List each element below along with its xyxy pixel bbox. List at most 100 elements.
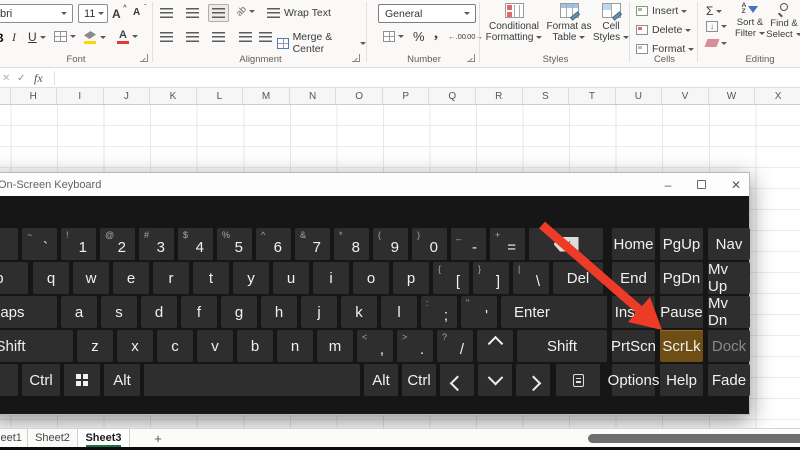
- column-header-O[interactable]: O: [336, 88, 383, 104]
- bottom-align-button[interactable]: [208, 4, 229, 22]
- key-0[interactable]: )0: [412, 228, 447, 260]
- key-'[interactable]: "': [461, 296, 497, 328]
- right-shift-key[interactable]: Shift: [517, 330, 607, 362]
- key-f[interactable]: f: [181, 296, 217, 328]
- key-Pause[interactable]: Pause: [660, 296, 703, 328]
- key-,[interactable]: <,: [357, 330, 393, 362]
- key-1[interactable]: !1: [61, 228, 96, 260]
- key-a[interactable]: a: [61, 296, 97, 328]
- key-PgDn[interactable]: PgDn: [660, 262, 703, 294]
- key-e[interactable]: e: [113, 262, 149, 294]
- options-key[interactable]: Options: [612, 364, 655, 396]
- middle-align-button[interactable]: [186, 8, 199, 18]
- merge-center-button[interactable]: Merge & Center: [277, 31, 366, 55]
- percent-style-button[interactable]: %: [413, 29, 425, 44]
- key-z[interactable]: z: [77, 330, 113, 362]
- fn-key-partial[interactable]: [0, 364, 18, 396]
- column-header-Q[interactable]: Q: [429, 88, 476, 104]
- column-header-K[interactable]: K: [150, 88, 197, 104]
- key--[interactable]: _-: [451, 228, 486, 260]
- grow-font-button[interactable]: A^: [112, 7, 121, 21]
- key-Mv Up[interactable]: Mv Up: [708, 262, 750, 294]
- key-g[interactable]: g: [221, 296, 257, 328]
- menu-key[interactable]: [556, 364, 600, 396]
- backtick-key[interactable]: ~`: [22, 228, 57, 260]
- column-header-X[interactable]: X: [755, 88, 800, 104]
- conditional-formatting-button[interactable]: Conditional Formatting: [486, 3, 542, 43]
- key-Alt[interactable]: Alt: [104, 364, 140, 396]
- key-Insert[interactable]: Insert: [612, 296, 655, 328]
- clear-button[interactable]: [706, 39, 727, 47]
- key-h[interactable]: h: [261, 296, 297, 328]
- column-header-L[interactable]: L: [197, 88, 244, 104]
- shrink-font-button[interactable]: Aˇ: [133, 7, 140, 18]
- key-q[interactable]: q: [33, 262, 69, 294]
- osk-titlebar[interactable]: On-Screen Keyboard – ✕: [0, 173, 749, 196]
- key-y[interactable]: y: [233, 262, 269, 294]
- new-sheet-button[interactable]: +: [148, 429, 168, 447]
- borders-button[interactable]: [54, 31, 76, 42]
- format-as-table-button[interactable]: Format as Table: [544, 3, 594, 43]
- delete-cells-button[interactable]: Delete: [636, 24, 691, 36]
- key-3[interactable]: #3: [139, 228, 174, 260]
- column-header-S[interactable]: S: [523, 88, 570, 104]
- scrlk-key[interactable]: ScrLk: [660, 330, 703, 362]
- key-7[interactable]: &7: [295, 228, 330, 260]
- esc-key-partial[interactable]: [0, 228, 18, 260]
- column-header-H[interactable]: H: [11, 88, 58, 104]
- arrow-down-key[interactable]: [478, 364, 512, 396]
- alignment-dialog-launcher[interactable]: [352, 54, 360, 62]
- column-header-T[interactable]: T: [569, 88, 616, 104]
- decrease-indent-button[interactable]: [239, 32, 252, 42]
- sheet-tab-Sheet2[interactable]: Sheet2: [28, 429, 78, 447]
- key-Help[interactable]: Help: [660, 364, 703, 396]
- increase-indent-button[interactable]: [259, 32, 272, 42]
- key-Ctrl[interactable]: Ctrl: [402, 364, 436, 396]
- font-size-select[interactable]: 11: [78, 4, 108, 23]
- arrow-up-key[interactable]: [477, 330, 513, 362]
- key-Nav[interactable]: Nav: [708, 228, 750, 260]
- space-key[interactable]: [144, 364, 360, 396]
- key-Ctrl[interactable]: Ctrl: [22, 364, 60, 396]
- key-.[interactable]: >.: [397, 330, 433, 362]
- font-color-button[interactable]: A: [117, 29, 138, 44]
- align-left-button[interactable]: [160, 32, 173, 42]
- key-r[interactable]: r: [153, 262, 189, 294]
- key-i[interactable]: i: [313, 262, 349, 294]
- minimize-button[interactable]: –: [657, 173, 679, 196]
- key-2[interactable]: @2: [100, 228, 135, 260]
- formula-bar[interactable]: ✕ ✓ fx: [0, 68, 800, 88]
- key-b[interactable]: b: [237, 330, 273, 362]
- enter-button[interactable]: ✓: [17, 68, 25, 88]
- autosum-button[interactable]: Σ: [706, 4, 722, 18]
- column-header-W[interactable]: W: [709, 88, 756, 104]
- key-o[interactable]: o: [353, 262, 389, 294]
- fill-button[interactable]: ↓: [706, 21, 727, 32]
- dock-key[interactable]: Dock: [708, 330, 750, 362]
- key-[[interactable]: {[: [433, 262, 469, 294]
- wrap-text-button[interactable]: Wrap Text: [267, 7, 331, 19]
- find-select-button[interactable]: Find & Select: [768, 3, 800, 40]
- key-c[interactable]: c: [157, 330, 193, 362]
- tab-key[interactable]: Tab: [0, 262, 28, 294]
- key-Home[interactable]: Home: [612, 228, 655, 260]
- column-header-I[interactable]: I: [57, 88, 104, 104]
- key-s[interactable]: s: [101, 296, 137, 328]
- left-shift-key[interactable]: Shift: [0, 330, 73, 362]
- fill-color-button[interactable]: [84, 30, 106, 44]
- fade-key[interactable]: Fade: [708, 364, 750, 396]
- key-End[interactable]: End: [612, 262, 655, 294]
- font-name-select[interactable]: Calibri: [0, 4, 73, 23]
- key-5[interactable]: %5: [217, 228, 252, 260]
- cancel-button[interactable]: ✕: [2, 68, 10, 88]
- key-j[interactable]: j: [301, 296, 337, 328]
- column-header-J[interactable]: J: [104, 88, 151, 104]
- increase-decimal-button[interactable]: ←.00: [448, 32, 466, 41]
- underline-button[interactable]: U: [28, 30, 46, 44]
- number-dialog-launcher[interactable]: [467, 54, 475, 62]
- sort-filter-button[interactable]: AZ Sort & Filter: [733, 3, 767, 39]
- insert-cells-button[interactable]: Insert: [636, 5, 687, 17]
- cell-styles-button[interactable]: Cell Styles: [594, 3, 628, 43]
- align-right-button[interactable]: [212, 32, 225, 42]
- top-align-button[interactable]: [160, 8, 173, 18]
